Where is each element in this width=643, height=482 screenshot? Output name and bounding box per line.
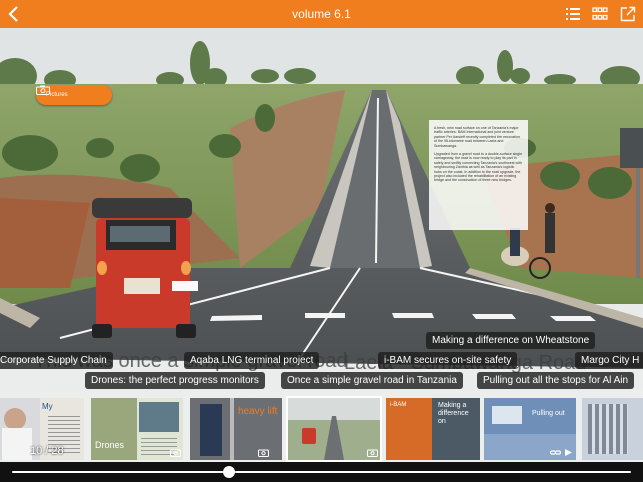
- grid-icon[interactable]: [592, 6, 608, 22]
- slider-knob[interactable]: [222, 466, 235, 478]
- label-drones[interactable]: Drones: the perfect progress monitors: [85, 372, 265, 389]
- top-bar: volume 6.1: [0, 0, 643, 28]
- thumb-text: Pulling out: [532, 410, 565, 417]
- thumb-text: heavy lift: [238, 406, 278, 417]
- tuk-tuk-vehicle: [92, 198, 198, 338]
- label-wheatstone[interactable]: Making a difference on Wheatstone: [426, 332, 596, 349]
- thumb-text: Drones: [95, 440, 125, 450]
- pictures-button[interactable]: Pictures: [36, 85, 112, 105]
- camera-icon: [367, 449, 378, 457]
- page-indicator: 10 / 28: [30, 445, 64, 457]
- thumb-ibam[interactable]: i-BAM Making a difference on: [386, 398, 480, 460]
- label-margo-city[interactable]: Margo City H: [575, 352, 643, 369]
- page-slider[interactable]: [0, 462, 643, 482]
- label-corporate-supply-chain[interactable]: Corporate Supply Chain: [0, 352, 113, 369]
- camera-icon: [170, 449, 181, 457]
- share-icon[interactable]: [620, 6, 636, 22]
- play-icon: [565, 449, 572, 456]
- thumb-text: Making a difference on: [438, 402, 469, 425]
- list-icon[interactable]: [565, 6, 581, 22]
- camera-icon: [258, 449, 269, 457]
- textbox-paragraph: Upgraded from a gravel road to a double-…: [434, 152, 523, 183]
- label-al-ain[interactable]: Pulling out all the stops for Al Ain: [477, 372, 635, 389]
- chevron-left-icon[interactable]: [6, 4, 22, 24]
- issue-title: volume 6.1: [292, 7, 351, 21]
- thumb-margo[interactable]: [582, 398, 643, 460]
- slider-track[interactable]: [12, 471, 631, 473]
- link-icon: [550, 450, 561, 455]
- thumb-text: i-BAM: [390, 402, 407, 408]
- thumbnail-strip: My 10 / 28 Drones heavy lift i-BAM Makin…: [0, 395, 643, 463]
- label-aqaba-lng[interactable]: Aqaba LNG terminal project: [184, 352, 320, 369]
- thumb-text: My: [42, 402, 53, 411]
- article-textbox: A fresh, new road surface on one of Tanz…: [429, 120, 528, 230]
- camera-icon: [36, 85, 50, 95]
- label-gravel-road[interactable]: Once a simple gravel road in Tanzania: [281, 372, 463, 389]
- textbox-paragraph: A fresh, new road surface on one of Tanz…: [434, 126, 520, 148]
- label-ibam[interactable]: i-BAM secures on-site safety: [378, 352, 518, 369]
